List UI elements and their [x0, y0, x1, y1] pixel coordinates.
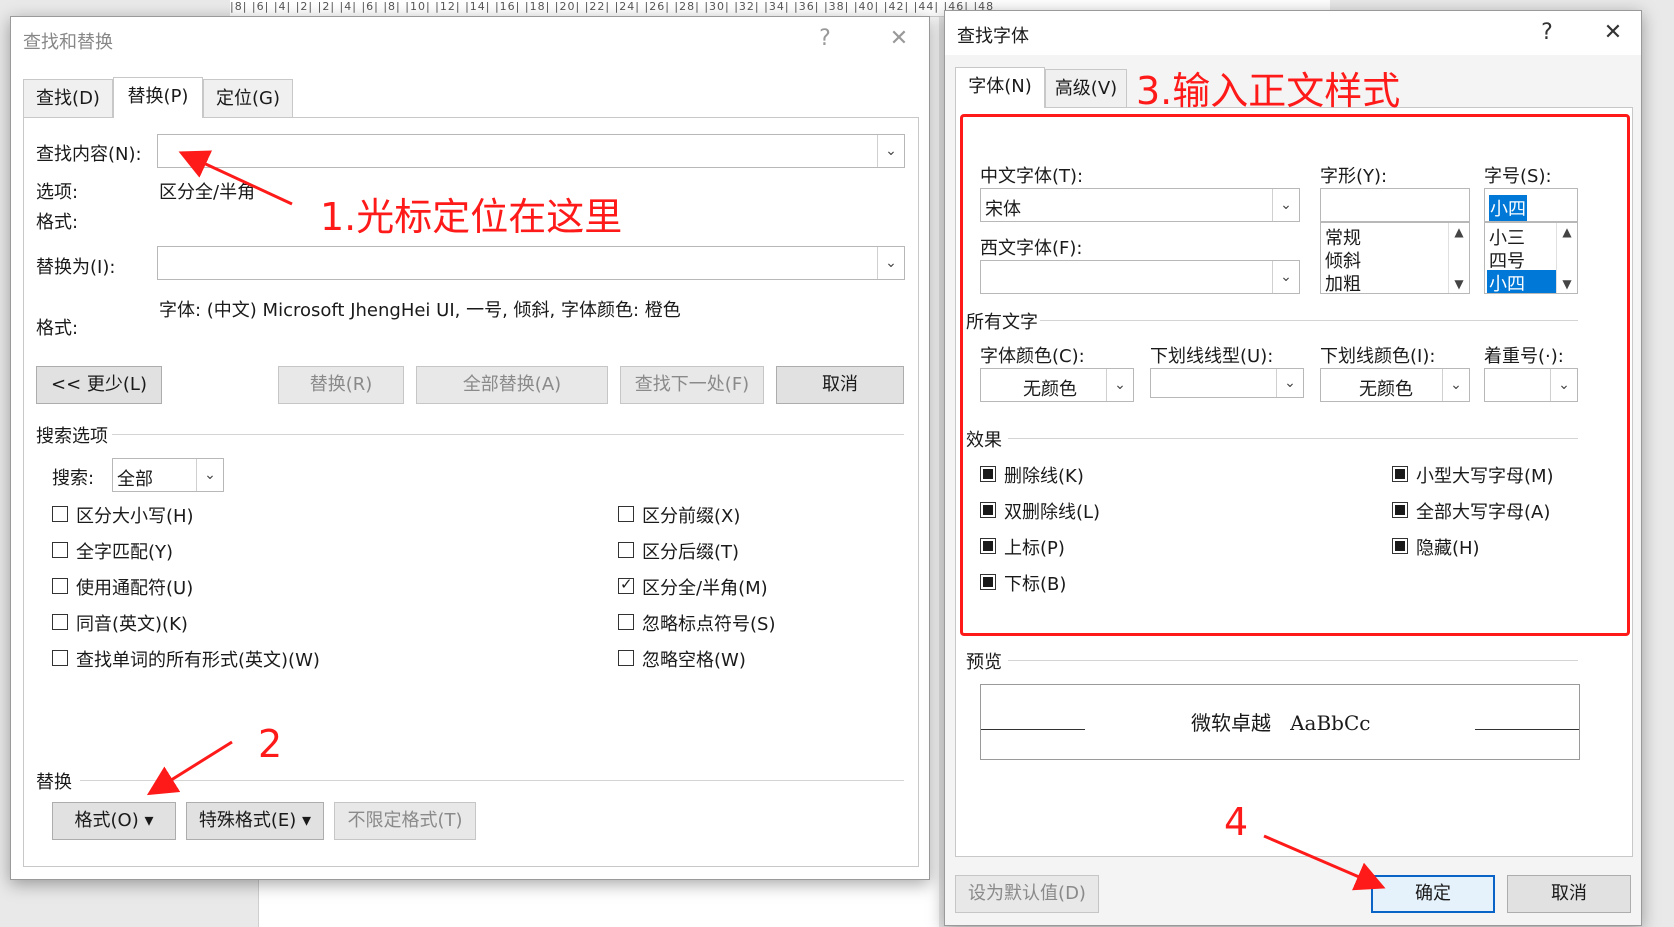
- arrow-step4: [1263, 834, 1386, 891]
- arrow-step2: [146, 740, 233, 796]
- tab-font[interactable]: 字体(N): [955, 67, 1045, 108]
- annotation-arrows: [146, 150, 1386, 891]
- arrow-step1: [178, 150, 293, 206]
- tab-replace[interactable]: 替换(P): [113, 77, 203, 118]
